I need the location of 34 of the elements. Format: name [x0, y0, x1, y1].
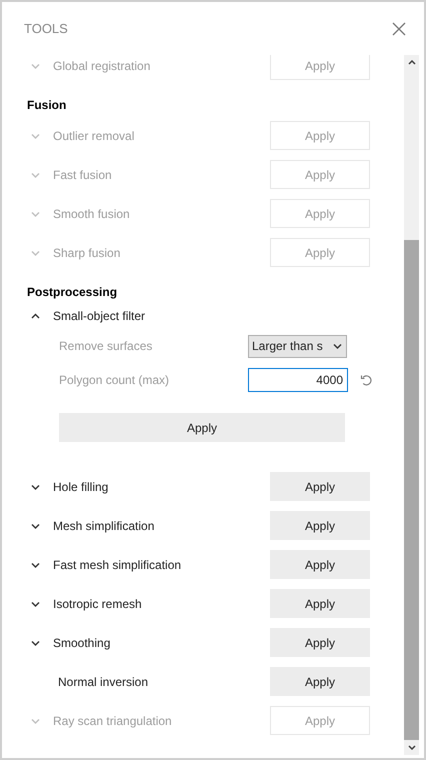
scrollbar-thumb[interactable]	[404, 240, 419, 740]
setting-label: Polygon count (max)	[59, 372, 170, 389]
chevron-icon[interactable]	[31, 313, 40, 319]
tool-label[interactable]: Smoothing	[53, 634, 110, 652]
apply-button[interactable]: Apply	[270, 472, 370, 501]
close-button[interactable]	[391, 20, 407, 36]
scrollbar[interactable]	[404, 55, 419, 755]
apply-button[interactable]: Apply	[270, 589, 370, 618]
tool-label[interactable]: Fast mesh simplification	[53, 556, 182, 574]
apply-button[interactable]: Apply	[59, 413, 345, 442]
scroll-down-icon[interactable]	[408, 745, 416, 750]
panel-title: TOOLS	[24, 20, 68, 38]
section-heading: Fusion	[26, 97, 68, 114]
chevron-icon[interactable]	[31, 640, 40, 646]
section-heading: Postprocessing	[26, 284, 118, 301]
tool-label[interactable]: Mesh simplification	[53, 516, 154, 534]
chevron-icon[interactable]	[31, 484, 40, 490]
reset-icon[interactable]	[360, 374, 372, 386]
dropdown-caret-icon[interactable]	[333, 343, 342, 349]
chevron-icon[interactable]	[31, 600, 40, 606]
tool-label[interactable]: Small-object filter	[53, 307, 146, 325]
apply-button[interactable]: Apply	[270, 667, 370, 696]
scroll-up-icon[interactable]	[408, 60, 416, 65]
chevron-icon[interactable]	[31, 562, 40, 568]
apply-button[interactable]: Apply	[270, 628, 370, 657]
apply-button[interactable]: Apply	[270, 550, 370, 579]
tool-label[interactable]: Isotropic remesh	[53, 594, 142, 612]
setting-label: Remove surfaces	[59, 338, 154, 355]
tool-label[interactable]: Hole filling	[53, 478, 108, 496]
apply-button[interactable]: Apply	[270, 511, 370, 540]
chevron-icon[interactable]	[31, 522, 40, 528]
number-input[interactable]: 4000	[248, 368, 348, 392]
tool-label[interactable]: Normal inversion	[58, 672, 148, 690]
dropdown[interactable]: Larger than s	[248, 334, 347, 358]
